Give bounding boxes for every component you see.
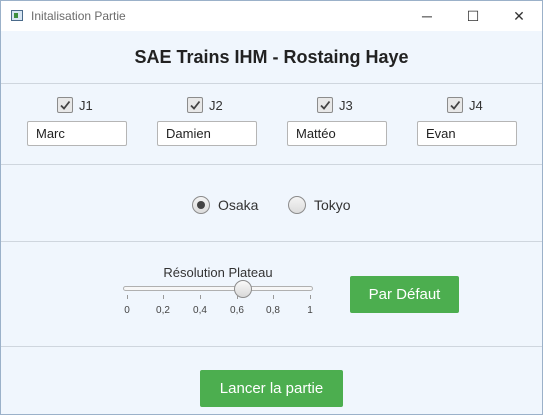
- slider-tick-label: 0,2: [156, 305, 170, 316]
- title-bar: Initalisation Partie ─ ☐ ✕: [1, 1, 542, 31]
- launch-game-button[interactable]: Lancer la partie: [200, 370, 343, 407]
- divider: [1, 241, 542, 242]
- map-option-osaka[interactable]: Osaka: [192, 194, 258, 216]
- dialog-window: Initalisation Partie ─ ☐ ✕ SAE Trains IH…: [0, 0, 543, 415]
- radio-selected-dot: [197, 201, 205, 209]
- player-name-input-j2[interactable]: [157, 121, 257, 146]
- check-icon: [190, 100, 201, 110]
- player-checkbox-j4[interactable]: [447, 97, 463, 113]
- slider-tick-label: 0,4: [193, 305, 207, 316]
- player-checkbox-label: J3: [339, 97, 353, 113]
- window-title: Initalisation Partie: [31, 9, 126, 23]
- check-icon: [450, 100, 461, 110]
- radio-button-tokyo[interactable]: [288, 196, 306, 214]
- player-checkbox-label: J2: [209, 97, 223, 113]
- divider: [1, 164, 542, 165]
- slider-tick: [163, 295, 164, 299]
- slider-tick: [200, 295, 201, 299]
- player-checkbox-row[interactable]: J4: [447, 95, 483, 115]
- radio-button-osaka[interactable]: [192, 196, 210, 214]
- player-name-input-j1[interactable]: [27, 121, 127, 146]
- player-slot-j1: J1: [27, 95, 127, 147]
- slider-tick-label: 0,8: [266, 305, 280, 316]
- player-checkbox-label: J1: [79, 97, 93, 113]
- close-icon: ✕: [513, 7, 525, 24]
- player-checkbox-j2[interactable]: [187, 97, 203, 113]
- slider-tick: [237, 295, 238, 299]
- player-slot-j3: J3: [287, 95, 387, 147]
- check-icon: [320, 100, 331, 110]
- map-option-label: Osaka: [218, 197, 259, 213]
- page-title: SAE Trains IHM - Rostaing Haye: [134, 46, 409, 67]
- resolution-slider-track[interactable]: [123, 286, 313, 291]
- slider-tick: [310, 295, 311, 299]
- slider-tick: [273, 295, 274, 299]
- resolution-slider-label: Résolution Plateau: [163, 265, 273, 280]
- close-button[interactable]: ✕: [496, 1, 542, 31]
- app-icon: [11, 10, 23, 21]
- map-option-tokyo[interactable]: Tokyo: [288, 194, 351, 216]
- minimize-button[interactable]: ─: [404, 1, 450, 31]
- player-name-input-j3[interactable]: [287, 121, 387, 146]
- maximize-button[interactable]: ☐: [450, 1, 496, 31]
- player-checkbox-row[interactable]: J3: [317, 95, 353, 115]
- player-checkbox-j1[interactable]: [57, 97, 73, 113]
- check-icon: [60, 100, 71, 110]
- player-slot-j2: J2: [157, 95, 257, 147]
- maximize-icon: ☐: [466, 7, 480, 24]
- default-resolution-button[interactable]: Par Défaut: [350, 276, 459, 313]
- minimize-icon: ─: [422, 8, 432, 24]
- player-checkbox-label: J4: [469, 97, 483, 113]
- slider-tick: [127, 295, 128, 299]
- slider-tick-label: 0,6: [230, 305, 244, 316]
- player-checkbox-row[interactable]: J1: [57, 95, 93, 115]
- slider-tick-label: 1: [307, 305, 313, 316]
- player-slot-j4: J4: [417, 95, 517, 147]
- player-checkbox-j3[interactable]: [317, 97, 333, 113]
- divider: [1, 346, 542, 347]
- map-option-label: Tokyo: [314, 197, 351, 213]
- slider-tick-label: 0: [124, 305, 130, 316]
- player-name-input-j4[interactable]: [417, 121, 517, 146]
- player-checkbox-row[interactable]: J2: [187, 95, 223, 115]
- divider: [1, 83, 542, 84]
